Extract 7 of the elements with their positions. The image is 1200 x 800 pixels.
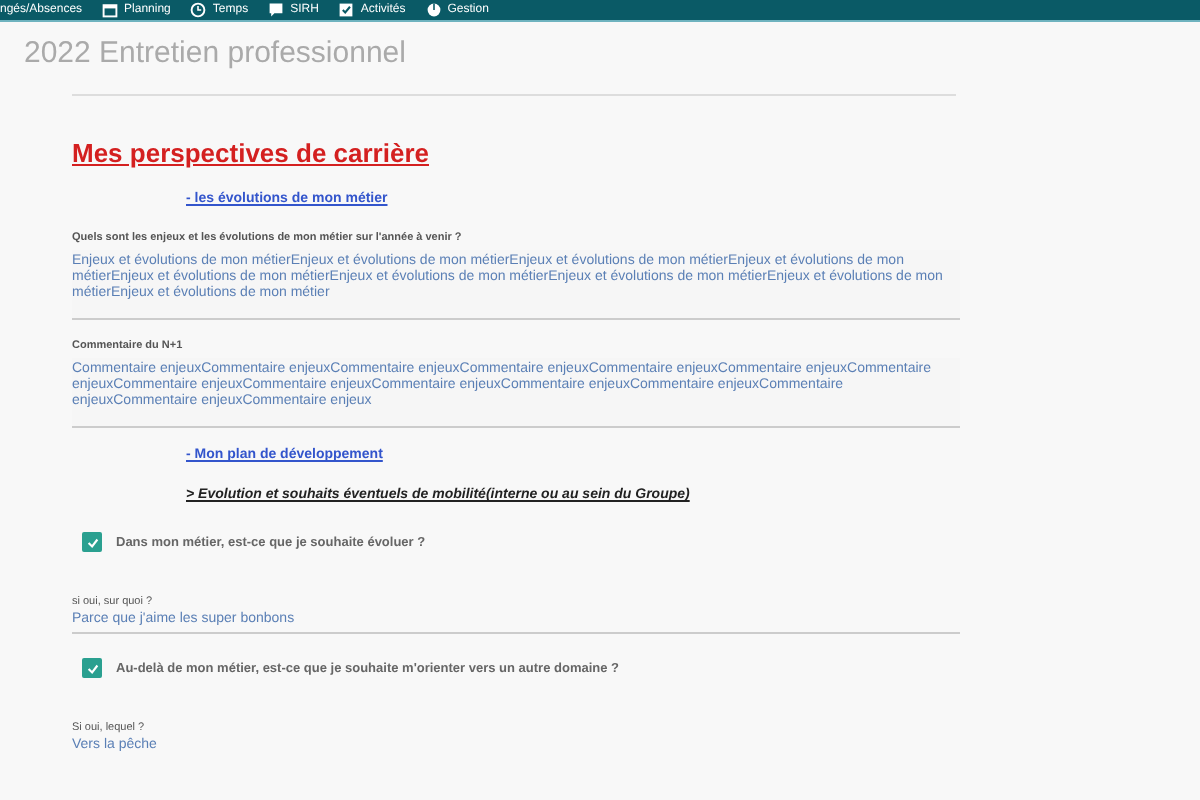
checkbox[interactable]	[82, 658, 102, 678]
section-heading: Mes perspectives de carrière	[72, 138, 429, 168]
calendar-icon	[102, 2, 119, 18]
chat-bubble-icon	[268, 2, 285, 18]
clock-icon	[190, 2, 207, 18]
page-title: 2022 Entretien professionnel	[24, 36, 408, 70]
checkbox[interactable]	[82, 532, 102, 552]
